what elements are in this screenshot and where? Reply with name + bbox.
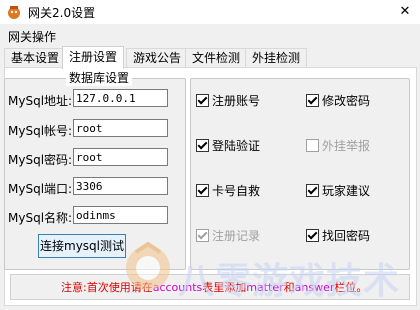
notice-accounts: accounts: [152, 281, 203, 294]
checkbox-label: 登陆验证: [212, 139, 261, 153]
mysql-port-label: MySql端口:: [8, 182, 73, 196]
checkbox-box: [306, 94, 319, 107]
menu-bar: 网关操作: [0, 26, 420, 46]
close-button[interactable]: ✕: [390, 0, 420, 24]
checkbox-box: [196, 229, 209, 242]
tab-basic-settings[interactable]: 基本设置: [4, 48, 67, 68]
notice-mid: 表里添加: [202, 281, 247, 294]
checkbox-box: [196, 94, 209, 107]
database-group-title: 数据库设置: [66, 69, 133, 86]
checkbox-box: [306, 139, 319, 152]
checkbox-label: 修改密码: [322, 94, 371, 108]
tab-register-settings[interactable]: 注册设置: [62, 46, 125, 69]
mysql-account-input[interactable]: root: [73, 119, 168, 137]
checkbox-label: 注册账号: [212, 94, 261, 108]
checkbox-box: [306, 184, 319, 197]
checkbox-card-self-rescue[interactable]: 卡号自救: [196, 182, 260, 199]
mysql-name-input[interactable]: odinms: [73, 206, 168, 224]
checkbox-login-verify[interactable]: 登陆验证: [196, 137, 260, 154]
notice-suffix: 栏位。: [334, 281, 368, 294]
checkbox-cheat-report[interactable]: 外挂举报: [306, 137, 370, 154]
checkbox-recover-password[interactable]: 找回密码: [306, 227, 370, 244]
checkbox-box: [196, 184, 209, 197]
app-icon: [8, 6, 20, 19]
checkbox-box: [196, 139, 209, 152]
checkbox-label: 卡号自救: [212, 184, 261, 198]
checkbox-register-account[interactable]: 注册账号: [196, 92, 260, 109]
mysql-password-input[interactable]: root: [73, 148, 168, 166]
notice-text: 注意:首次使用请在accounts表里添加matter和answer栏位。: [61, 279, 367, 295]
settings-window: 网关2.0设置 ✕ 网关操作 基本设置 注册设置 游戏公告 文件检测 外挂检测 …: [0, 0, 420, 310]
notice-matter: matter: [246, 281, 284, 294]
mysql-account-label: MySql帐号:: [8, 124, 73, 138]
checkbox-label: 外挂举报: [322, 139, 371, 153]
tab-game-notice[interactable]: 游戏公告: [126, 48, 189, 68]
notice-bar: 注意:首次使用请在accounts表里添加matter和answer栏位。: [10, 274, 410, 300]
mysql-name-label: MySql名称:: [8, 211, 73, 225]
notice-answer: answer: [294, 281, 335, 294]
tab-file-check[interactable]: 文件检测: [185, 48, 248, 68]
checkbox-label: 找回密码: [322, 229, 371, 243]
checkbox-label: 注册记录: [212, 229, 261, 243]
menu-gateway-ops[interactable]: 网关操作: [8, 28, 56, 45]
window-title: 网关2.0设置: [28, 6, 96, 20]
tab-cheat-check[interactable]: 外挂检测: [245, 48, 308, 68]
mysql-port-input[interactable]: 3306: [73, 177, 168, 195]
checkbox-register-log[interactable]: 注册记录: [196, 227, 260, 244]
checkbox-change-password[interactable]: 修改密码: [306, 92, 370, 109]
checkbox-box: [306, 229, 319, 242]
notice-prefix: 注意:首次使用请在: [61, 281, 153, 294]
mysql-password-label: MySql密码:: [8, 153, 73, 167]
mysql-address-input[interactable]: 127.0.0.1: [73, 89, 168, 107]
checkbox-player-suggestion[interactable]: 玩家建议: [306, 182, 370, 199]
checkbox-label: 玩家建议: [322, 184, 371, 198]
notice-and: 和: [283, 281, 295, 294]
mysql-test-button[interactable]: 连接mysql测试: [38, 234, 126, 258]
mysql-address-label: MySql地址:: [8, 94, 73, 108]
title-bar: 网关2.0设置 ✕: [0, 0, 420, 24]
